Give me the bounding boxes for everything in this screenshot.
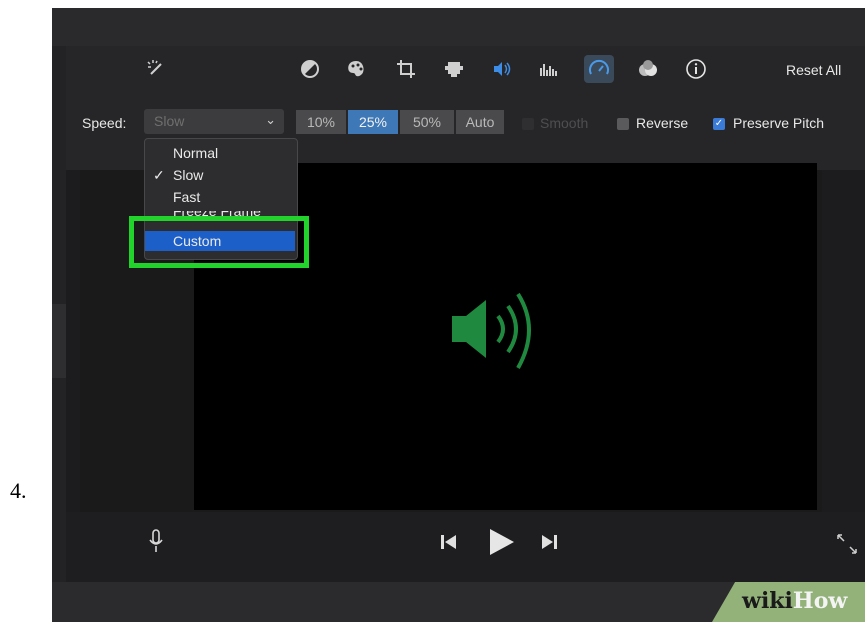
skip-back-icon[interactable] xyxy=(440,534,458,555)
highlight-box xyxy=(129,216,309,268)
color-palette-icon[interactable] xyxy=(344,58,368,80)
equalizer-icon[interactable] xyxy=(536,58,560,80)
left-panel-edge xyxy=(52,46,66,586)
wikihow-watermark: wikiHow xyxy=(742,588,848,614)
speed-select[interactable]: Slow ⌄ xyxy=(144,109,284,134)
speed-10-button[interactable]: 10% xyxy=(296,110,346,134)
reverse-label: Reverse xyxy=(636,115,689,131)
fullscreen-icon[interactable] xyxy=(836,533,858,560)
menu-item-slow[interactable]: ✓ Slow xyxy=(145,165,297,185)
speed-label: Speed: xyxy=(82,115,127,131)
speed-select-value: Slow xyxy=(154,113,185,129)
audio-speaker-icon xyxy=(442,288,552,383)
microphone-icon[interactable] xyxy=(148,528,164,559)
color-balance-icon[interactable] xyxy=(298,58,322,80)
speed-50-button[interactable]: 50% xyxy=(400,110,454,134)
top-bar xyxy=(52,8,865,46)
menu-item-normal[interactable]: Normal xyxy=(145,143,297,163)
reset-all-button[interactable]: Reset All xyxy=(786,62,841,78)
volume-icon[interactable] xyxy=(490,58,514,80)
imovie-window: Reset All Speed: Slow ⌄ 10% 25% 50% Auto… xyxy=(52,8,865,622)
menu-item-fast[interactable]: Fast xyxy=(145,187,297,207)
speed-auto-button[interactable]: Auto xyxy=(456,110,504,134)
camera-icon[interactable] xyxy=(442,58,466,80)
crop-icon[interactable] xyxy=(394,58,418,80)
chevron-down-icon: ⌄ xyxy=(265,112,276,127)
smooth-label: Smooth xyxy=(540,115,589,131)
magic-wand-icon[interactable] xyxy=(144,58,168,80)
speed-icon[interactable] xyxy=(584,55,614,83)
checkmark-icon: ✓ xyxy=(153,167,165,183)
filter-icon[interactable] xyxy=(636,58,660,80)
skip-forward-icon[interactable] xyxy=(540,534,558,555)
preserve-pitch-checkbox[interactable]: ✓ xyxy=(713,118,725,130)
smooth-checkbox[interactable] xyxy=(522,118,534,130)
reverse-checkbox[interactable] xyxy=(617,118,629,130)
preserve-pitch-label: Preserve Pitch xyxy=(733,115,825,131)
play-icon[interactable] xyxy=(488,527,516,562)
info-icon[interactable] xyxy=(684,58,708,80)
step-number: 4. xyxy=(10,478,27,503)
speed-25-button[interactable]: 25% xyxy=(348,110,398,134)
playback-bar xyxy=(66,512,865,582)
